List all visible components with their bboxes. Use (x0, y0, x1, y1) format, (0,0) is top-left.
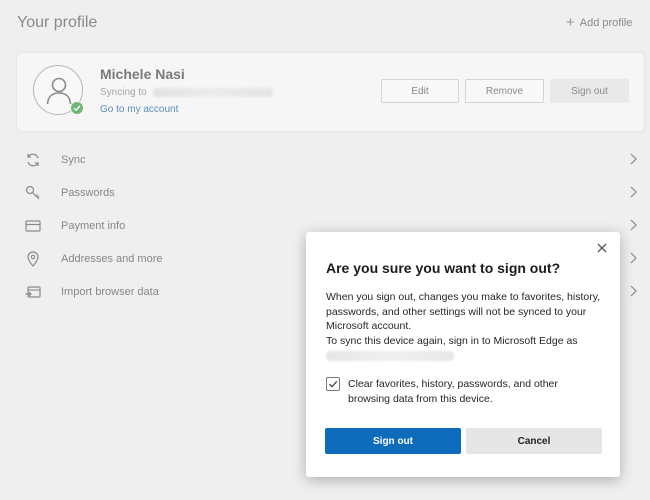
dialog-body-text-2: To sync this device again, sign in to Mi… (326, 334, 578, 347)
import-icon (25, 286, 41, 298)
profile-settings-page: Your profile + Add profile Michele Nasi … (0, 0, 650, 500)
sync-icon (27, 153, 39, 167)
add-profile-label: Add profile (579, 17, 633, 29)
redacted-account (326, 351, 454, 361)
close-icon[interactable] (596, 242, 608, 254)
go-to-account-link[interactable]: Go to my account (100, 104, 178, 115)
dialog-title: Are you sure you want to sign out? (326, 260, 561, 276)
chevron-right-icon (630, 186, 637, 198)
profile-card: Michele Nasi Syncing to Go to my account… (17, 53, 644, 131)
chevron-right-icon (630, 285, 637, 297)
clear-data-checkbox[interactable] (326, 377, 340, 391)
confirm-sign-out-button[interactable]: Sign out (325, 428, 461, 454)
dialog-body-text: When you sign out, changes you make to f… (326, 291, 601, 332)
profile-name: Michele Nasi (100, 66, 185, 82)
menu-item-label: Addresses and more (61, 252, 163, 265)
syncing-label: Syncing to (100, 87, 147, 98)
menu-item-label: Payment info (61, 219, 126, 232)
menu-item-label: Sync (61, 153, 86, 166)
add-profile-button[interactable]: + Add profile (566, 14, 633, 31)
chevron-right-icon (630, 219, 637, 231)
location-pin-icon (27, 251, 39, 267)
sync-status-badge (70, 101, 84, 115)
chevron-right-icon (630, 153, 637, 165)
key-icon (25, 185, 40, 200)
chevron-right-icon (630, 252, 637, 264)
plus-icon: + (566, 14, 575, 31)
sign-out-button[interactable]: Sign out (550, 79, 629, 103)
page-title: Your profile (17, 14, 98, 31)
credit-card-icon (25, 220, 41, 232)
dialog-body: When you sign out, changes you make to f… (326, 290, 608, 361)
menu-item-passwords[interactable]: Passwords (17, 176, 637, 209)
redacted-email (152, 88, 273, 97)
remove-button[interactable]: Remove (465, 79, 544, 103)
clear-data-checkbox-label: Clear favorites, history, passwords, and… (348, 378, 558, 405)
person-icon (46, 77, 72, 105)
menu-item-sync[interactable]: Sync (17, 143, 637, 176)
checkmark-icon (329, 380, 338, 388)
checkmark-icon (73, 105, 81, 112)
cancel-button[interactable]: Cancel (466, 428, 602, 454)
edit-button[interactable]: Edit (381, 79, 459, 103)
syncing-status: Syncing to (100, 87, 273, 98)
menu-item-label: Passwords (61, 186, 115, 199)
menu-item-label: Import browser data (61, 285, 159, 298)
sign-out-dialog: Are you sure you want to sign out? When … (306, 232, 620, 477)
